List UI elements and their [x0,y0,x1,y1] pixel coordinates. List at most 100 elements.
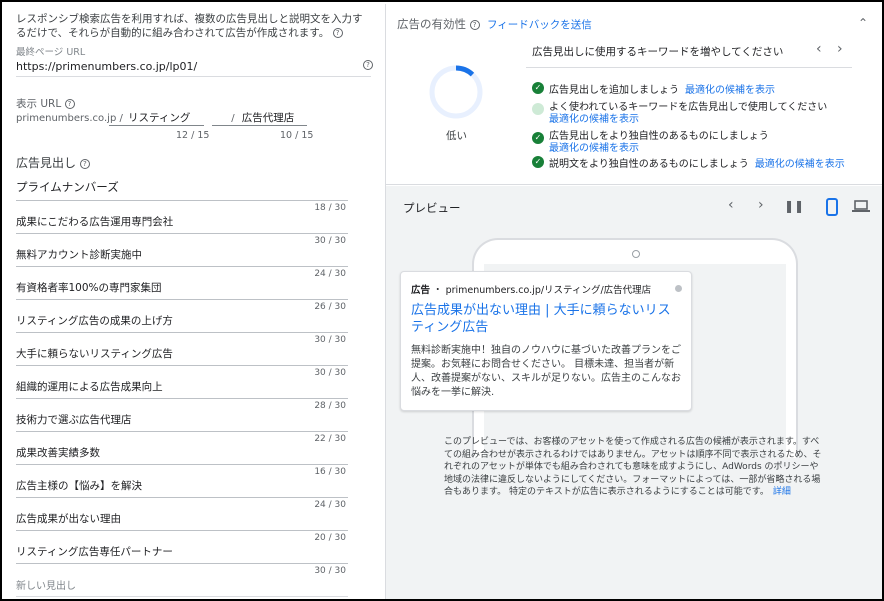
headline-input[interactable]: 大手に頼らないリスティング広告 [16,346,173,361]
path2-underline [212,125,307,126]
ad-preview-card: 広告 ・ primenumbers.co.jp/リスティング/広告代理店 広告成… [400,271,692,411]
headline-underline [16,299,348,300]
headline-input[interactable]: 無料アカウント診断実施中 [16,247,142,262]
ad-strength-gauge [429,65,483,119]
help-icon[interactable]: ? [79,158,90,169]
screenshot-frame: レスポンシブ検索広告を利用すれば、複数の広告見出しと説明文を入力するだけで、それ… [0,0,884,601]
chevron-left-icon[interactable]: ‹ [816,41,822,57]
headline-underline [16,233,348,234]
headline-item[interactable]: リスティング広告の成果の上げ方 30 / 30 [16,309,348,345]
final-url-underline [16,76,371,77]
headline-item[interactable]: 広告成果が出ない理由 20 / 30 [16,507,348,543]
view-suggestions-link[interactable]: 最適化の候補を表示 [755,159,845,170]
headlines-title: 広告見出し ? [16,154,90,171]
display-url-path2-input[interactable]: 広告代理店 [242,110,295,125]
check-icon: ✓ [532,132,544,144]
help-icon[interactable]: ? [64,99,75,109]
headline-underline [16,398,348,399]
headline-underline [16,365,348,366]
final-url-label: 最終ページ URL [16,47,86,58]
ad-meta: 広告 ・ primenumbers.co.jp/リスティング/広告代理店 [411,282,651,296]
headline-item[interactable]: 大手に頼らないリスティング広告 30 / 30 [16,342,348,378]
headline-underline [16,266,348,267]
headline-item[interactable]: 無料アカウント診断実施中 24 / 30 [16,243,348,279]
display-url-domain: primenumbers.co.jp / [16,113,123,124]
gauge-track [429,65,483,119]
display-url-path1-input[interactable]: リスティング [128,110,224,125]
headline-input[interactable]: 成果にこだわる広告運用専門会社 [16,214,173,229]
chevron-up-icon[interactable]: ⌃ [858,16,868,30]
headline-item[interactable]: 成果改善実績多数 16 / 30 [16,441,348,477]
headline-underline [16,596,348,597]
headline-input[interactable]: 組織的運用による広告成果向上 [16,379,163,394]
headline-underline [16,200,348,201]
headline-item[interactable]: 広告主様の【悩み】を解決 24 / 30 [16,474,348,510]
headline-input[interactable]: 成果改善実績多数 [16,445,100,460]
chevron-right-icon[interactable]: › [837,41,843,57]
headline-underline [16,497,348,498]
headline-underline [16,431,348,432]
phone-camera [632,250,640,258]
headline-input[interactable]: プライムナンバーズ [16,179,119,195]
ad-headline[interactable]: 広告成果が出ない理由 | 大手に頼らないリスティング広告 [411,302,681,336]
view-suggestions-link[interactable]: 最適化の候補を表示 [685,85,775,96]
preview-title: プレビュー [403,201,461,215]
headline-input[interactable]: 技術力で選ぶ広告代理店 [16,412,132,427]
final-url-input[interactable]: https://primenumbers.co.jp/lp01/ [16,60,197,73]
pending-check-icon [532,103,544,115]
headline-item[interactable]: プライムナンバーズ 18 / 30 [16,177,348,213]
chevron-left-icon[interactable]: ‹ [728,197,734,213]
pause-icon[interactable]: ❚❚ [784,199,804,213]
ad-strength-panel: 広告の有効性 ? フィードバックを送信 ⌃ 低い 広告見出しに使用するキーワード… [386,4,882,185]
view-suggestions-link[interactable]: 最適化の候補を表示 [549,110,639,125]
ad-strength-level: 低い [446,130,467,142]
suggestion-header: 広告見出しに使用するキーワードを増やしてください [532,46,784,58]
headline-list: プライムナンバーズ 18 / 30 成果にこだわる広告運用専門会社 30 / 3… [16,177,348,599]
chevron-right-icon[interactable]: › [758,197,764,213]
ad-description: 無料診断実施中！独自のノウハウに基づいた改善プランをご提案。お気軽にお問合せくだ… [411,345,681,398]
headline-underline [16,530,348,531]
mobile-device-icon[interactable] [826,198,838,216]
help-icon[interactable]: ? [332,28,343,38]
headline-underline [16,464,348,465]
suggestion-item: 広告見出しを追加しましょう 最適化の候補を表示 [549,85,775,96]
headline-input[interactable]: リスティング広告の成果の上げ方 [16,313,173,328]
headline-item[interactable]: 成果にこだわる広告運用専門会社 30 / 30 [16,210,348,246]
details-link[interactable]: 詳細 [773,487,791,497]
headline-input[interactable]: リスティング広告専任パートナー [16,544,173,559]
headline-underline [16,332,348,333]
desktop-device-icon[interactable] [852,200,870,213]
ad-display-url: ・ primenumbers.co.jp/リスティング/広告代理店 [433,285,652,296]
view-suggestions-link[interactable]: 最適化の候補を表示 [549,139,639,154]
suggestion-divider [526,67,852,68]
suggestion-item: 説明文をより独自性のあるものにしましょう 最適化の候補を表示 [549,159,845,170]
ad-strength-title: 広告の有効性 ? [397,16,480,32]
help-icon[interactable]: ? [363,60,373,70]
headline-item[interactable]: 技術力で選ぶ広告代理店 22 / 30 [16,408,348,444]
headline-item[interactable]: リスティング広告専任パートナー 30 / 30 [16,540,348,576]
path1-char-count: 12 / 15 [176,130,210,141]
ad-editor-panel: レスポンシブ検索広告を利用すれば、複数の広告見出しと説明文を入力するだけで、それ… [4,4,385,599]
display-url-separator: / [231,113,235,124]
path1-underline [109,125,204,126]
headline-input[interactable]: 広告主様の【悩み】を解決 [16,478,142,493]
check-icon: ✓ [532,82,544,94]
headline-item[interactable]: 組織的運用による広告成果向上 28 / 30 [16,375,348,411]
check-icon: ✓ [532,156,544,168]
headline-underline [16,563,348,564]
headline-item[interactable]: 有資格者率100%の専門家集団 26 / 30 [16,276,348,312]
preview-notice: このプレビューでは、お客様のアセットを使って作成される広告の候補が表示されます。… [444,437,822,497]
ad-badge: 広告 [411,285,431,296]
feedback-link[interactable]: フィードバックを送信 [487,17,592,32]
new-headline-input[interactable]: 新しい見出し [16,577,76,592]
new-headline-item[interactable]: 新しい見出し [16,573,348,599]
help-icon[interactable]: ? [469,19,480,30]
display-url-row: primenumbers.co.jp / リスティング / 広告代理店 [16,110,294,125]
intro-text: レスポンシブ検索広告を利用すれば、複数の広告見出しと説明文を入力するだけで、それ… [16,13,363,39]
display-url-label: 表示 URL ? [16,96,75,111]
info-dot-icon [675,285,682,292]
headline-input[interactable]: 有資格者率100%の専門家集団 [16,280,162,295]
preview-panel: プレビュー ‹ › ❚❚ 広告 ・ primenumbers.co.jp/リステ… [386,186,882,599]
headline-input[interactable]: 広告成果が出ない理由 [16,511,121,526]
path2-char-count: 10 / 15 [280,130,314,141]
